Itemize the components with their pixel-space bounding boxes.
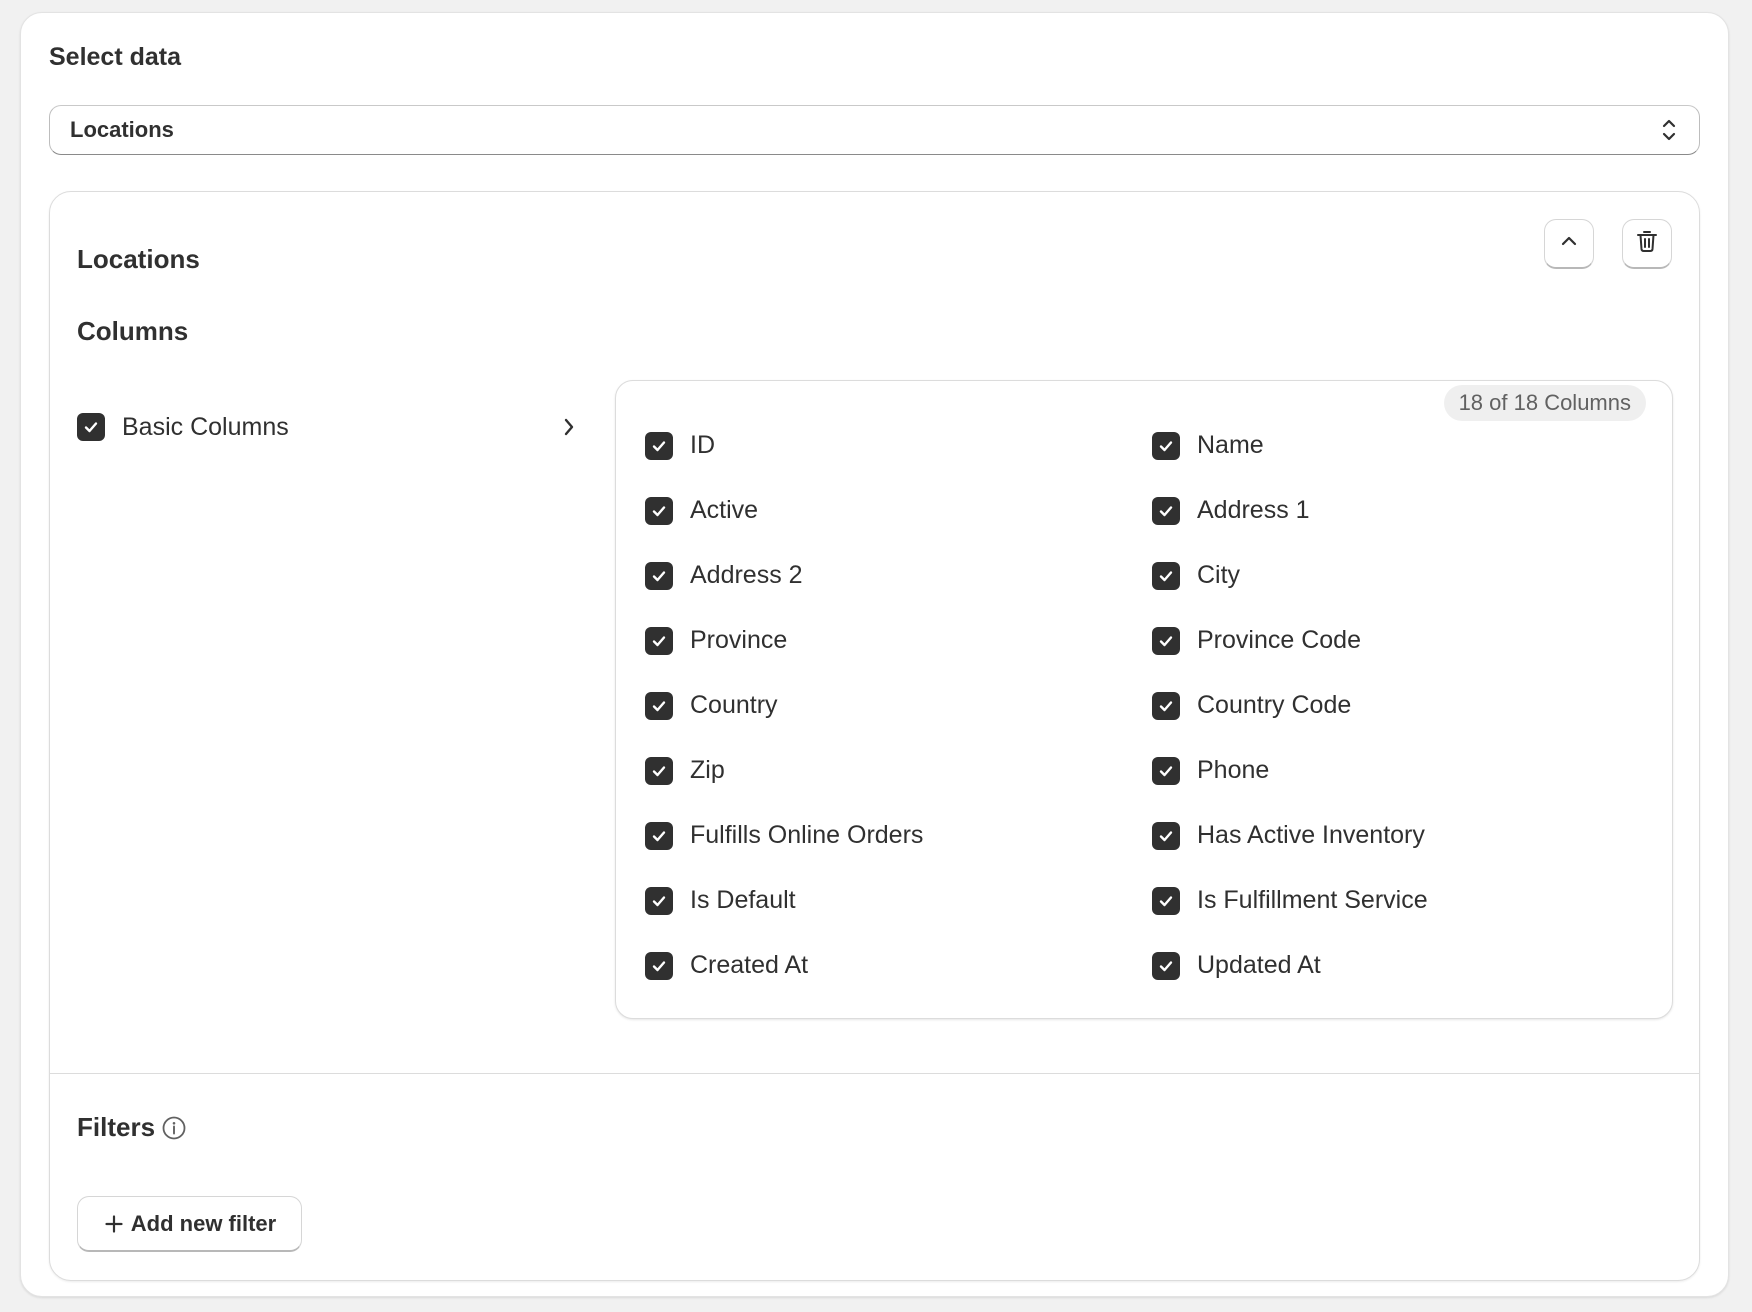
section-divider <box>50 1073 1699 1074</box>
column-item[interactable]: Created At <box>645 933 1152 998</box>
data-type-select-value: Locations <box>70 117 174 142</box>
column-item[interactable]: Phone <box>1152 738 1655 803</box>
check-icon <box>652 960 666 971</box>
check-icon <box>84 422 98 433</box>
column-checkbox[interactable] <box>645 431 673 460</box>
column-item[interactable]: Fulfills Online Orders <box>645 803 1152 868</box>
delete-button[interactable] <box>1622 219 1672 269</box>
select-data-card: Select data Locations Locations Columns … <box>20 12 1729 1297</box>
column-item[interactable]: Country Code <box>1152 673 1655 738</box>
column-checkbox[interactable] <box>1152 561 1180 590</box>
add-filter-label: Add new filter <box>130 1210 277 1236</box>
column-item[interactable]: ID <box>645 413 1152 478</box>
column-label: Country Code <box>1197 691 1352 719</box>
check-icon <box>1159 505 1173 516</box>
column-item[interactable]: Province <box>645 608 1152 673</box>
columns-panel: 18 of 18 Columns ID Name Active Address 1 Ad… <box>615 380 1673 1019</box>
column-checkbox[interactable] <box>645 626 673 655</box>
group-checkbox[interactable] <box>77 413 105 441</box>
column-item[interactable]: Address 2 <box>645 543 1152 608</box>
column-label: Created At <box>690 951 809 979</box>
check-icon <box>1159 895 1173 906</box>
column-label: City <box>1197 561 1241 589</box>
column-item[interactable]: Updated At <box>1152 933 1655 998</box>
trash-icon <box>1636 229 1658 258</box>
select-chevrons-icon <box>1659 116 1679 144</box>
check-icon <box>652 570 666 581</box>
column-label: Name <box>1197 431 1264 459</box>
column-item[interactable]: Province Code <box>1152 608 1655 673</box>
check-icon <box>652 635 666 646</box>
check-icon <box>1159 570 1173 581</box>
select-data-title: Select data <box>49 43 182 71</box>
check-icon <box>1159 635 1173 646</box>
check-icon <box>652 440 666 451</box>
column-label: Active <box>690 496 759 524</box>
column-label: Phone <box>1197 756 1270 784</box>
filters-heading: Filters <box>77 1112 187 1143</box>
plus-icon <box>103 1213 125 1235</box>
column-checkbox[interactable] <box>645 886 673 915</box>
column-label: ID <box>690 431 715 459</box>
check-icon <box>1159 700 1173 711</box>
column-checkbox[interactable] <box>1152 886 1180 915</box>
column-item[interactable]: Name <box>1152 413 1655 478</box>
column-label: Updated At <box>1197 951 1321 979</box>
dataset-card: Locations Columns Basic Columns 18 of 18… <box>49 191 1700 1281</box>
check-icon <box>1159 765 1173 776</box>
column-item[interactable]: Active <box>645 478 1152 543</box>
column-label: Address 1 <box>1197 496 1310 524</box>
info-icon[interactable] <box>161 1115 187 1141</box>
column-item[interactable]: Is Fulfillment Service <box>1152 868 1655 933</box>
column-checkbox[interactable] <box>1152 821 1180 850</box>
filters-title: Filters <box>77 1112 156 1142</box>
column-checkbox[interactable] <box>645 756 673 785</box>
collapse-button[interactable] <box>1544 219 1594 269</box>
column-item[interactable]: Zip <box>645 738 1152 803</box>
column-checkbox[interactable] <box>1152 951 1180 980</box>
column-label: Fulfills Online Orders <box>690 821 924 849</box>
check-icon <box>652 505 666 516</box>
column-item[interactable]: Has Active Inventory <box>1152 803 1655 868</box>
column-group-basic[interactable]: Basic Columns <box>77 405 587 449</box>
column-label: Address 2 <box>690 561 803 589</box>
column-checkbox[interactable] <box>1152 756 1180 785</box>
column-label: Province Code <box>1197 626 1361 654</box>
check-icon <box>1159 830 1173 841</box>
column-checkbox[interactable] <box>1152 496 1180 525</box>
add-filter-button[interactable]: Add new filter <box>77 1196 302 1252</box>
check-icon <box>652 895 666 906</box>
column-checkbox[interactable] <box>645 561 673 590</box>
column-list: ID Name Active Address 1 Address 2 City Provin… <box>645 413 1655 998</box>
column-checkbox[interactable] <box>1152 691 1180 720</box>
check-icon <box>652 700 666 711</box>
column-item[interactable]: Address 1 <box>1152 478 1655 543</box>
dataset-title: Locations <box>77 244 200 274</box>
column-label: Is Default <box>690 886 796 914</box>
check-icon <box>652 765 666 776</box>
column-label: Zip <box>690 756 725 784</box>
chevron-up-icon <box>1559 231 1579 256</box>
column-checkbox[interactable] <box>1152 431 1180 460</box>
column-item[interactable]: Is Default <box>645 868 1152 933</box>
data-type-select[interactable]: Locations <box>49 105 1700 155</box>
group-label: Basic Columns <box>122 412 289 441</box>
check-icon <box>1159 960 1173 971</box>
columns-heading: Columns <box>77 316 189 346</box>
chevron-right-icon[interactable] <box>559 414 579 440</box>
column-label: Is Fulfillment Service <box>1197 886 1428 914</box>
column-checkbox[interactable] <box>645 951 673 980</box>
column-checkbox[interactable] <box>645 821 673 850</box>
column-checkbox[interactable] <box>645 691 673 720</box>
column-checkbox[interactable] <box>645 496 673 525</box>
check-icon <box>1159 440 1173 451</box>
column-checkbox[interactable] <box>1152 626 1180 655</box>
column-label: Province <box>690 626 788 654</box>
column-item[interactable]: City <box>1152 543 1655 608</box>
check-icon <box>652 830 666 841</box>
column-label: Has Active Inventory <box>1197 821 1425 849</box>
column-item[interactable]: Country <box>645 673 1152 738</box>
column-label: Country <box>690 691 778 719</box>
